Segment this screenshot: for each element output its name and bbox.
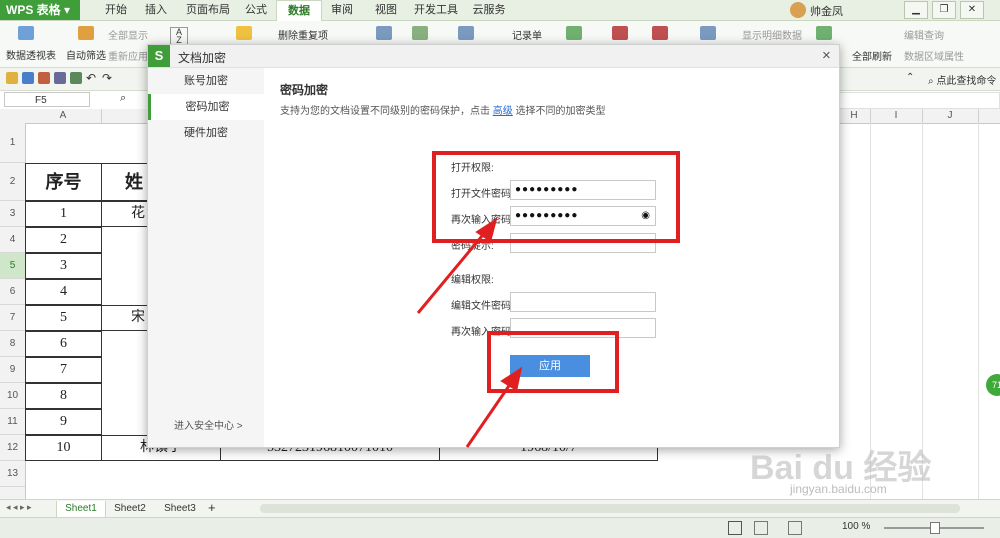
normal-view-icon[interactable] bbox=[728, 521, 742, 535]
add-sheet-icon[interactable]: + bbox=[208, 500, 216, 515]
sheet-tab-2[interactable]: Sheet2 bbox=[106, 501, 154, 517]
page-layout-view-icon[interactable] bbox=[754, 521, 768, 535]
sheet-tab-3[interactable]: Sheet3 bbox=[156, 501, 204, 517]
sheet-tabs-bar: ◂ ◂ ▸ ▸ Sheet1 Sheet2 Sheet3 + bbox=[0, 499, 1000, 518]
arrow-to-password bbox=[416, 229, 489, 314]
page-break-view-icon[interactable] bbox=[788, 521, 802, 535]
arrow-to-apply bbox=[465, 379, 515, 448]
watermark-url: jingyan.baidu.com bbox=[790, 482, 887, 496]
zoom-slider-thumb[interactable] bbox=[930, 522, 940, 534]
sheet-tab-1[interactable]: Sheet1 bbox=[56, 501, 106, 518]
horizontal-scrollbar[interactable] bbox=[260, 504, 960, 513]
sheet-nav-arrows[interactable]: ◂ ◂ ▸ ▸ bbox=[6, 502, 32, 513]
status-bar: 100 % bbox=[0, 517, 1000, 538]
arrow-head bbox=[500, 366, 523, 392]
zoom-level[interactable]: 100 % bbox=[842, 521, 870, 532]
